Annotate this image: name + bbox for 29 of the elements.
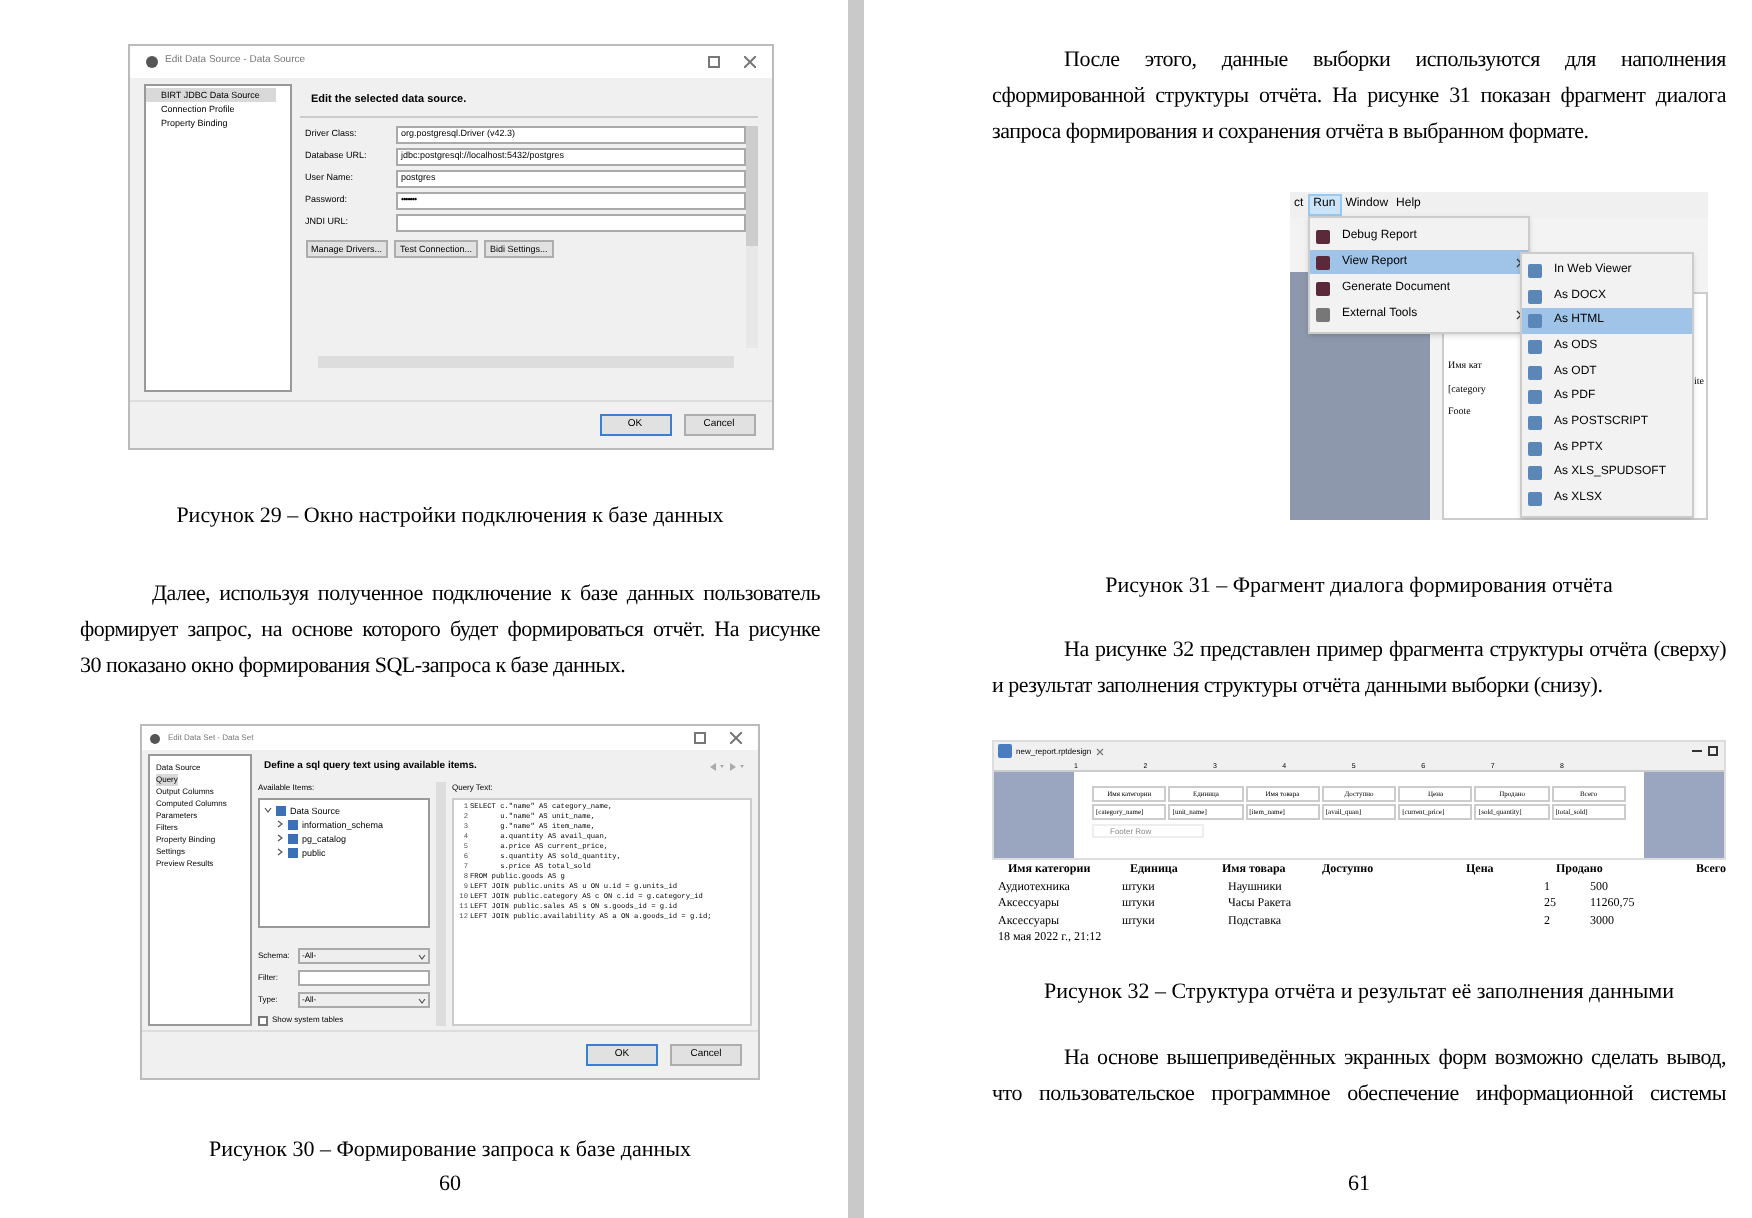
figure-caption: Рисунок 31 – Фрагмент диалога формирования отчёта (1103, 572, 1615, 602)
input-field[interactable] (298, 970, 430, 986)
paragraph: На основе вышеприведённых экранных форм возможно сделать вывод, что пользовательское программное обеспечение информационной системы (992, 1043, 1726, 1109)
figure-caption: Рисунок 29 – Окно настройки подключения к базе данных (174, 502, 726, 532)
chevron-down-icon[interactable] (264, 806, 272, 814)
paragraph: На рисунке 32 представлен пример фрагмента структуры отчёта (сверху) и результат заполнения структуры отчёта данными выборки (снизу). (992, 636, 1726, 702)
close-icon[interactable] (743, 56, 755, 68)
figure-caption: Рисунок 32 – Структура отчёта и результат её заполнения данными (1042, 977, 1676, 1007)
input-field[interactable] (395, 214, 745, 233)
close-icon[interactable] (1095, 747, 1104, 755)
maximize-icon[interactable] (694, 732, 706, 744)
close-icon[interactable] (730, 732, 742, 744)
caret-icon (418, 997, 426, 1003)
app-icon (145, 56, 157, 68)
vertical-scrollbar[interactable] (745, 126, 757, 348)
window-controls-icon[interactable] (1692, 746, 1720, 756)
caret-icon (418, 953, 426, 959)
paragraph: После этого, данные выборки используются для наполнения сформированной структуры отчёта. На рисунке 31 показан фрагмент диалога запроса формирования и сохранения отчёта в выбранном формате. (992, 46, 1726, 148)
chevron-right-icon[interactable] (276, 820, 284, 828)
chevron-right-icon[interactable] (276, 848, 284, 856)
app-icon (150, 733, 160, 743)
maximize-icon[interactable] (707, 56, 719, 68)
checkbox[interactable] (258, 1015, 268, 1025)
paragraph: Далее, используя полученное подключение к базе данных пользователь формирует запрос, на основе которого будет формироваться отчёт. На рисунке 30 показано окно формирования SQL-запроса к базе данных. (80, 580, 820, 682)
page-number: 61 (1346, 1170, 1372, 1200)
page-number: 60 (437, 1170, 463, 1200)
figure-caption: Рисунок 30 – Формирование запроса к базе данных (206, 1136, 694, 1166)
chevron-right-icon[interactable] (276, 834, 284, 842)
code-editor[interactable] (452, 797, 752, 1026)
